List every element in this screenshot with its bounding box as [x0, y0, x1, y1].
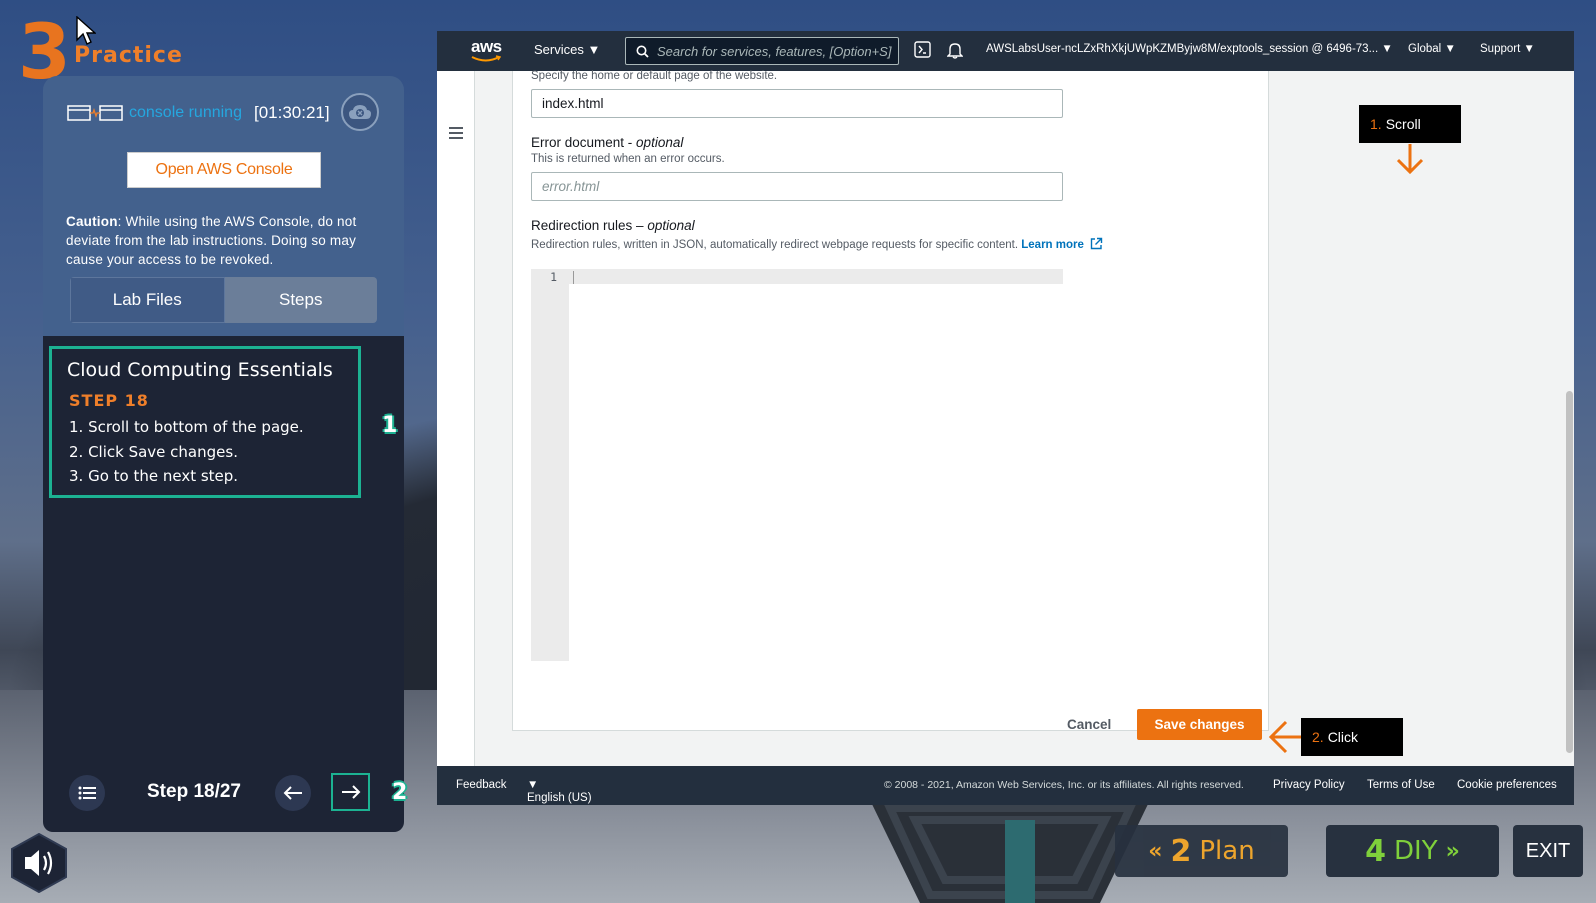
search-input[interactable]: Search for services, features, [Option+S…	[625, 37, 899, 65]
step-menu-button[interactable]	[69, 775, 105, 811]
redirection-rules-label: Redirection rules – optional	[531, 218, 695, 233]
index-document-input[interactable]: index.html	[531, 89, 1063, 118]
error-document-optional: optional	[636, 135, 684, 150]
exit-button[interactable]: EXIT	[1513, 825, 1583, 877]
next-step-button[interactable]	[331, 773, 370, 811]
error-document-label-text: Error document -	[531, 135, 637, 150]
caution-message: Caution: While using the AWS Console, do…	[66, 212, 381, 269]
cloud-close-icon	[349, 105, 371, 119]
step-label: STEP 18	[69, 391, 149, 410]
account-menu[interactable]: AWSLabsUser-ncLZxRhXkjUWpKZMByjw8M/expto…	[986, 43, 1393, 55]
save-changes-button[interactable]: Save changes	[1137, 709, 1262, 740]
arrow-right-icon	[341, 785, 360, 799]
tab-lab-files[interactable]: Lab Files	[70, 277, 225, 323]
language-label: English (US)	[527, 792, 592, 804]
console-link-icon	[67, 105, 123, 121]
marker-2: 2	[392, 780, 408, 805]
click-callout: 2. Click	[1301, 718, 1403, 756]
previous-step-button[interactable]	[275, 775, 311, 811]
error-document-label: Error document - optional	[531, 135, 683, 150]
redirection-rules-optional: optional	[647, 218, 695, 233]
practice-label: Practice	[74, 43, 183, 68]
editor-caret	[573, 271, 574, 284]
diy-number: 4	[1365, 833, 1387, 869]
aws-smile-icon	[471, 55, 501, 62]
instruction-item: 1. Scroll to bottom of the page.	[69, 418, 304, 436]
privacy-policy-link[interactable]: Privacy Policy	[1273, 779, 1345, 791]
copyright-text: © 2008 - 2021, Amazon Web Services, Inc.…	[884, 779, 1244, 791]
aws-footer: Feedback English (US) ▼ © 2008 - 2021, A…	[437, 766, 1574, 805]
console-status-text: console running	[129, 104, 242, 121]
search-placeholder: Search for services, features, [Option+S…	[657, 43, 892, 59]
redirection-rules-label-text: Redirection rules –	[531, 218, 648, 233]
click-callout-text: Click	[1327, 729, 1359, 745]
external-link-icon[interactable]	[1090, 237, 1103, 250]
instruction-item: 2. Click Save changes.	[69, 442, 238, 461]
hamburger-menu-icon[interactable]	[449, 127, 463, 139]
arrow-down-icon	[1396, 144, 1424, 175]
plan-button[interactable]: « 2 Plan	[1115, 825, 1288, 877]
arrow-left-callout-icon	[1268, 720, 1301, 754]
scroll-callout-number: 1.	[1370, 116, 1382, 132]
redirection-rules-editor[interactable]: 1	[531, 269, 1063, 661]
scroll-callout: 1. Scroll	[1359, 105, 1461, 143]
language-menu[interactable]: English (US) ▼	[527, 779, 592, 804]
step-instruction-list: 1. Scroll to bottom of the page. 2. Clic…	[69, 415, 304, 489]
aws-logo[interactable]: aws	[471, 37, 502, 57]
double-chevron-left-icon: «	[1148, 838, 1163, 864]
list-icon	[78, 786, 96, 800]
stop-console-button[interactable]	[341, 93, 379, 131]
editor-active-line	[569, 269, 1063, 284]
course-title: Cloud Computing Essentials	[67, 359, 333, 381]
index-document-hint: Specify the home or default page of the …	[531, 70, 778, 82]
plan-label: Plan	[1199, 836, 1255, 866]
diy-button[interactable]: 4 DIY »	[1326, 825, 1499, 877]
scroll-callout-text: Scroll	[1385, 116, 1421, 132]
caution-label: Caution	[66, 214, 118, 229]
session-timer: [01:30:21]	[253, 103, 330, 122]
redirection-rules-desc: Redirection rules, written in JSON, auto…	[531, 237, 1103, 251]
diy-label: DIY	[1394, 836, 1438, 866]
mouse-cursor-icon	[76, 16, 96, 45]
error-document-desc: This is returned when an error occurs.	[531, 153, 725, 165]
region-label: Global	[1408, 43, 1442, 55]
services-menu[interactable]: Services ▼	[534, 42, 600, 57]
scrollbar-thumb[interactable]	[1566, 391, 1573, 753]
cloudshell-icon[interactable]	[914, 41, 931, 58]
sound-toggle-button[interactable]	[11, 833, 67, 893]
cancel-button[interactable]: Cancel	[1067, 717, 1111, 732]
aws-nav-bar: aws Services ▼ Search for services, feat…	[437, 31, 1574, 71]
side-navigation	[437, 71, 475, 766]
open-aws-console-button[interactable]: Open AWS Console	[127, 152, 321, 188]
editor-gutter	[531, 269, 569, 661]
plan-number: 2	[1170, 833, 1192, 869]
marker-1: 1	[382, 413, 398, 438]
double-chevron-right-icon: »	[1445, 838, 1460, 864]
click-callout-number: 2.	[1312, 729, 1324, 745]
terms-of-use-link[interactable]: Terms of Use	[1367, 779, 1435, 791]
services-label: Services	[534, 42, 584, 57]
instruction-item: 3. Go to the next step.	[69, 467, 239, 485]
step-counter: Step 18/27	[147, 781, 241, 802]
console-status: console running [01:30:21]	[67, 99, 330, 127]
search-icon	[636, 45, 649, 58]
support-menu[interactable]: Support ▼	[1480, 43, 1535, 55]
learn-more-link[interactable]: Learn more	[1021, 239, 1084, 251]
cookie-preferences-link[interactable]: Cookie preferences	[1457, 779, 1557, 791]
tab-steps[interactable]: Steps	[224, 277, 377, 323]
account-name: AWSLabsUser-ncLZxRhXkjUWpKZMByjw8M/expto…	[986, 43, 1379, 55]
support-label: Support	[1480, 43, 1521, 55]
bell-icon[interactable]	[947, 41, 963, 59]
arrow-left-icon	[283, 786, 302, 800]
error-document-input[interactable]: error.html	[531, 172, 1063, 201]
lab-tabs: Lab Files Steps	[70, 277, 377, 323]
redirection-rules-desc-text: Redirection rules, written in JSON, auto…	[531, 239, 1019, 251]
region-menu[interactable]: Global ▼	[1408, 43, 1456, 55]
editor-line-number: 1	[550, 270, 557, 284]
feedback-link[interactable]: Feedback	[456, 779, 507, 791]
